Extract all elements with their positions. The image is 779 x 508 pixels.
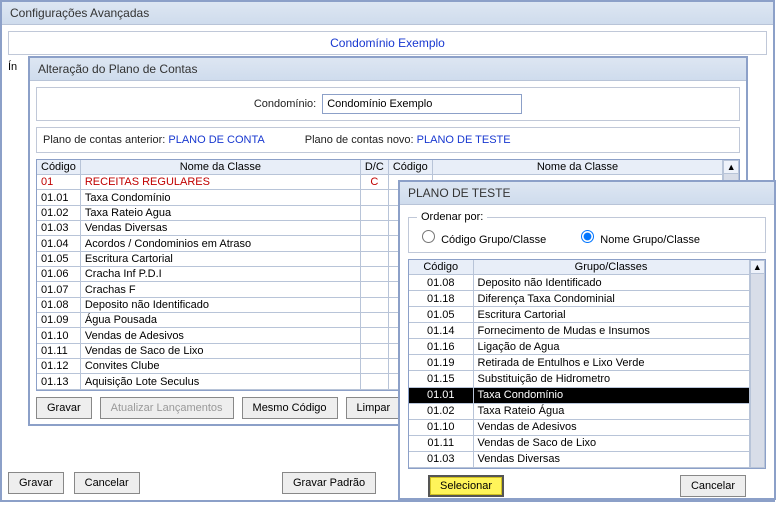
main-gravar-padrao-button[interactable]: Gravar Padrão: [282, 472, 376, 494]
table-row[interactable]: 01.01Taxa Condomínio: [409, 387, 749, 403]
table-row[interactable]: 01.02Taxa Rateio Água: [409, 403, 749, 419]
table-row[interactable]: 01.15Substituição de Hidrometro: [409, 371, 749, 387]
selecionar-button[interactable]: Selecionar: [428, 475, 504, 497]
col-codigo: Código: [37, 160, 80, 175]
condominio-input[interactable]: [322, 94, 522, 114]
pt-cancelar-button[interactable]: Cancelar: [680, 475, 746, 497]
plano-teste-scrollbar[interactable]: ▲: [750, 260, 765, 468]
table-row[interactable]: 01.16Ligação de Agua: [409, 339, 749, 355]
alt-mesmo-button[interactable]: Mesmo Código: [242, 397, 338, 419]
alt-gravar-button[interactable]: Gravar: [36, 397, 92, 419]
plano-teste-table[interactable]: Código Grupo/Classes 01.08Deposito não I…: [409, 260, 750, 468]
table-row[interactable]: 01.08Deposito não Identificado: [409, 275, 749, 291]
main-cancelar-button[interactable]: Cancelar: [74, 472, 140, 494]
radio-codigo[interactable]: [422, 230, 435, 243]
ordenar-label: Ordenar por:: [417, 211, 487, 223]
table-row[interactable]: 01.03Vendas Diversas: [409, 451, 749, 467]
col-nome2: Nome da Classe: [432, 160, 723, 175]
main-title: Configurações Avançadas: [2, 2, 773, 25]
condominio-banner: Condomínio Exemplo: [8, 31, 767, 55]
plano-anterior-value: PLANO DE CONTA: [168, 134, 264, 146]
table-row[interactable]: 01.11Vendas de Saco de Lixo: [409, 435, 749, 451]
main-gravar-button[interactable]: Gravar: [8, 472, 64, 494]
pt-col-grupo: Grupo/Classes: [473, 260, 749, 275]
plano-teste-title: PLANO DE TESTE: [400, 182, 774, 205]
alteracao-title: Alteração do Plano de Contas: [30, 58, 746, 81]
table-row[interactable]: 01.14Fornecimento de Mudas e Insumos: [409, 323, 749, 339]
radio-nome-label[interactable]: Nome Grupo/Classe: [576, 227, 700, 246]
alt-atualizar-button: Atualizar Lançamentos: [100, 397, 234, 419]
plano-anterior-label: Plano de contas anterior:: [43, 134, 165, 146]
condominio-label: Condomínio:: [254, 98, 316, 110]
alt-limpar-button[interactable]: Limpar: [346, 397, 402, 419]
col-dc: D/C: [360, 160, 388, 175]
pt-col-codigo: Código: [409, 260, 473, 275]
col-nome: Nome da Classe: [80, 160, 360, 175]
plano-teste-window: PLANO DE TESTE Ordenar por: Código Grupo…: [398, 180, 776, 500]
table-row[interactable]: 01.19Retirada de Entulhos e Lixo Verde: [409, 355, 749, 371]
plano-novo-label: Plano de contas novo:: [305, 134, 414, 146]
plano-novo-value: PLANO DE TESTE: [417, 134, 511, 146]
table-row[interactable]: 01.18Diferença Taxa Condominial: [409, 291, 749, 307]
radio-nome[interactable]: [581, 230, 594, 243]
table-row[interactable]: 01.05Escritura Cartorial: [409, 307, 749, 323]
radio-codigo-label[interactable]: Código Grupo/Classe: [417, 227, 546, 246]
col-codigo2: Código: [388, 160, 432, 175]
ordenar-fieldset: Ordenar por: Código Grupo/Classe Nome Gr…: [408, 211, 766, 253]
table-row[interactable]: 01.10Vendas de Adesivos: [409, 419, 749, 435]
